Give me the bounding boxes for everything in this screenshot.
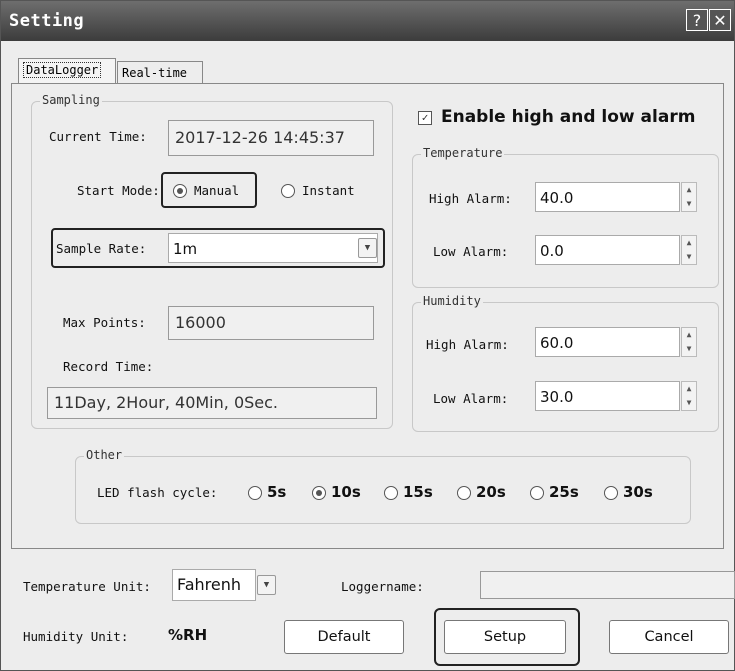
max-points-label: Max Points: <box>63 315 146 330</box>
temp-high-alarm-label: High Alarm: <box>429 191 512 206</box>
humidity-unit-label: Humidity Unit: <box>23 629 129 644</box>
led-10s-radio[interactable] <box>312 486 326 500</box>
record-time-label: Record Time: <box>63 359 154 374</box>
tab-datalogger[interactable]: DataLogger <box>18 58 116 84</box>
start-mode-instant-radio[interactable] <box>281 184 295 198</box>
humidity-unit-value: %RH <box>168 626 208 644</box>
max-points-field: 16000 <box>168 306 374 340</box>
sampling-legend: Sampling <box>40 93 102 107</box>
help-button[interactable]: ? <box>686 9 708 31</box>
loggername-label: Loggername: <box>341 579 424 594</box>
loggername-field <box>480 571 735 599</box>
sample-rate-dropdown-icon[interactable]: ▼ <box>358 238 377 258</box>
led-30s-label[interactable]: 30s <box>623 483 653 501</box>
led-5s-label[interactable]: 5s <box>267 483 286 501</box>
setup-button[interactable]: Setup <box>444 620 566 654</box>
current-time-field: 2017-12-26 14:45:37 <box>168 120 374 156</box>
sample-rate-label: Sample Rate: <box>56 241 147 256</box>
led-flash-cycle-label: LED flash cycle: <box>97 485 218 500</box>
hum-high-alarm-spinner[interactable]: ▲ ▼ <box>681 327 697 357</box>
cancel-button[interactable]: Cancel <box>609 620 729 654</box>
humidity-group: Humidity <box>412 294 719 432</box>
hum-high-alarm-input[interactable]: 60.0 <box>535 327 680 357</box>
led-20s-radio[interactable] <box>457 486 471 500</box>
start-mode-manual-radio[interactable] <box>173 184 187 198</box>
hum-low-alarm-label: Low Alarm: <box>433 391 509 406</box>
default-button[interactable]: Default <box>284 620 404 654</box>
temp-high-alarm-input[interactable]: 40.0 <box>535 182 680 212</box>
hum-low-alarm-input[interactable]: 30.0 <box>535 381 680 411</box>
enable-alarm-label[interactable]: Enable high and low alarm <box>441 107 695 127</box>
start-mode-instant-label[interactable]: Instant <box>302 183 355 198</box>
temp-low-alarm-input[interactable]: 0.0 <box>535 235 680 265</box>
temperature-group: Temperature <box>412 146 719 288</box>
temperature-unit-label: Temperature Unit: <box>23 579 151 594</box>
temp-low-alarm-spinner[interactable]: ▲ ▼ <box>681 235 697 265</box>
temperature-unit-dropdown-icon[interactable]: ▼ <box>257 575 276 595</box>
record-time-field: 11Day, 2Hour, 40Min, 0Sec. <box>47 387 377 419</box>
led-25s-radio[interactable] <box>530 486 544 500</box>
led-15s-radio[interactable] <box>384 486 398 500</box>
led-25s-label[interactable]: 25s <box>549 483 579 501</box>
led-5s-radio[interactable] <box>248 486 262 500</box>
temp-low-alarm-label: Low Alarm: <box>433 244 509 259</box>
hum-high-alarm-label: High Alarm: <box>426 337 509 352</box>
setting-dialog: Setting ? ✕ DataLogger Real-time Samplin… <box>0 0 735 671</box>
enable-alarm-checkbox[interactable]: ✓ <box>418 111 432 125</box>
led-10s-label[interactable]: 10s <box>331 483 361 501</box>
sample-rate-select[interactable]: 1m <box>168 233 378 263</box>
temperature-unit-select[interactable]: Fahrenh <box>172 569 256 601</box>
led-20s-label[interactable]: 20s <box>476 483 506 501</box>
other-legend: Other <box>84 448 125 462</box>
tab-real-time-label: Real-time <box>122 66 188 80</box>
humidity-legend: Humidity <box>421 294 483 308</box>
led-15s-label[interactable]: 15s <box>403 483 433 501</box>
temp-high-alarm-spinner[interactable]: ▲ ▼ <box>681 182 697 212</box>
title-bar[interactable]: Setting ? ✕ <box>1 1 734 41</box>
tab-real-time[interactable]: Real-time <box>117 61 203 84</box>
start-mode-manual-label[interactable]: Manual <box>194 183 239 198</box>
current-time-label: Current Time: <box>49 129 147 144</box>
close-button[interactable]: ✕ <box>709 9 731 31</box>
temperature-unit-value: Fahrenh <box>177 575 242 594</box>
start-mode-label: Start Mode: <box>77 183 160 198</box>
led-30s-radio[interactable] <box>604 486 618 500</box>
sample-rate-value: 1m <box>173 240 198 258</box>
temperature-legend: Temperature <box>421 146 505 160</box>
tab-datalogger-label: DataLogger <box>23 62 102 78</box>
hum-low-alarm-spinner[interactable]: ▲ ▼ <box>681 381 697 411</box>
window-title: Setting <box>9 11 85 31</box>
